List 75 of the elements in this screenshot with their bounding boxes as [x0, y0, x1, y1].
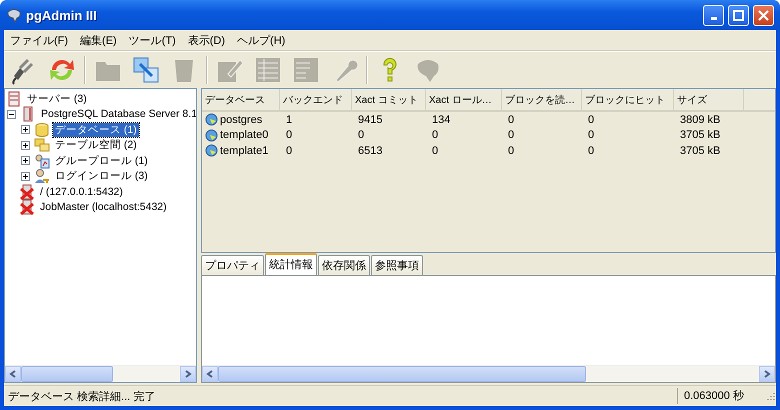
table-cell: 0 — [508, 114, 514, 126]
expand-icon[interactable] — [21, 125, 30, 134]
table-cell: 3705 kB — [680, 144, 720, 157]
menu-item[interactable]: 編集(E) — [74, 32, 123, 48]
table-cell: 0 — [508, 144, 514, 157]
scroll-left-button[interactable] — [5, 366, 21, 382]
table-cell: 0 — [286, 144, 292, 157]
column-header[interactable]: Xact ロール… — [426, 89, 502, 110]
scroll-right-button[interactable] — [180, 366, 196, 382]
table-cell: 9415 — [358, 114, 382, 126]
window-title: pgAdmin III — [26, 8, 98, 22]
resize-grip-icon[interactable] — [764, 390, 776, 402]
database-icon — [205, 144, 218, 158]
tablespace-icon — [34, 137, 50, 154]
disconnected-icon — [19, 199, 35, 216]
minimize-icon — [710, 16, 716, 20]
database-icon — [34, 122, 50, 138]
database-icon — [205, 128, 218, 142]
disconnected-icon — [19, 184, 35, 200]
elapsed-time: 0.063000 秒 — [677, 388, 764, 404]
table-cell: 3809 kB — [680, 114, 720, 126]
column-header[interactable]: サイズ — [674, 89, 744, 110]
tree-item[interactable]: ログインロール (3) — [53, 169, 150, 184]
table-cell: 0 — [588, 144, 594, 157]
tab[interactable]: 依存関係 — [318, 255, 370, 275]
expand-icon[interactable] — [21, 156, 30, 166]
table-cell: 0 — [432, 129, 438, 142]
tab[interactable]: 統計情報 — [265, 253, 317, 275]
menu-item[interactable]: 表示(D) — [182, 32, 232, 48]
scrollbar-thumb[interactable] — [21, 366, 114, 382]
table-cell: 0 — [358, 129, 364, 142]
collapse-icon[interactable] — [7, 110, 16, 119]
tree-item[interactable]: サーバー (3) — [25, 92, 89, 106]
table-cell: 0 — [508, 129, 514, 142]
menu-item[interactable]: ヘルプ(H) — [231, 32, 292, 48]
close-icon — [758, 10, 769, 20]
column-header[interactable]: ブロックにヒット — [582, 89, 674, 110]
table-cell: 3705 kB — [680, 129, 720, 142]
table-cell: 0 — [588, 129, 594, 142]
tab[interactable]: 参照事項 — [371, 255, 423, 275]
minimize-button[interactable] — [703, 4, 724, 26]
maximize-button[interactable] — [728, 4, 749, 26]
expand-icon[interactable] — [21, 172, 30, 181]
tree-item[interactable]: グループロール (1) — [53, 154, 150, 168]
group-icon — [34, 152, 50, 169]
table-cell: postgres — [220, 114, 262, 126]
expand-icon[interactable] — [21, 140, 30, 150]
tree-item[interactable]: データベース (1) — [53, 122, 139, 137]
table-cell: 1 — [286, 114, 292, 126]
table-cell: 6513 — [358, 144, 382, 157]
menu-item[interactable]: ファイル(F) — [4, 32, 74, 48]
table-cell: template0 — [220, 129, 268, 142]
column-header[interactable]: データベース — [202, 89, 280, 110]
table-cell: 134 — [432, 114, 450, 126]
table-cell: 0 — [432, 144, 438, 157]
table-cell: 0 — [286, 129, 292, 142]
column-header[interactable]: バックエンド — [280, 89, 352, 110]
tree-item[interactable]: JobMaster (localhost:5432) — [38, 201, 169, 214]
table-cell: 0 — [588, 114, 594, 126]
scroll-right-button[interactable] — [759, 366, 775, 382]
scroll-left-button[interactable] — [202, 366, 218, 382]
tree-item[interactable]: / (127.0.0.1:5432) — [38, 186, 125, 198]
column-header[interactable]: ブロックを読… — [502, 89, 582, 110]
servers-icon — [6, 90, 22, 107]
close-button[interactable] — [753, 4, 774, 26]
database-icon — [205, 113, 218, 126]
status-message: データベース 検索詳細... 完了 — [7, 390, 156, 404]
scrollbar-thumb[interactable] — [218, 366, 586, 382]
column-header[interactable]: Xact コミット — [352, 89, 426, 110]
login-icon — [34, 168, 50, 184]
tab[interactable]: プロパティ — [201, 255, 264, 275]
maximize-icon — [733, 10, 744, 20]
table-cell: template1 — [220, 144, 268, 157]
tree-item[interactable]: テーブル空間 (2) — [53, 138, 139, 152]
menu-item[interactable]: ツール(T) — [122, 32, 182, 48]
